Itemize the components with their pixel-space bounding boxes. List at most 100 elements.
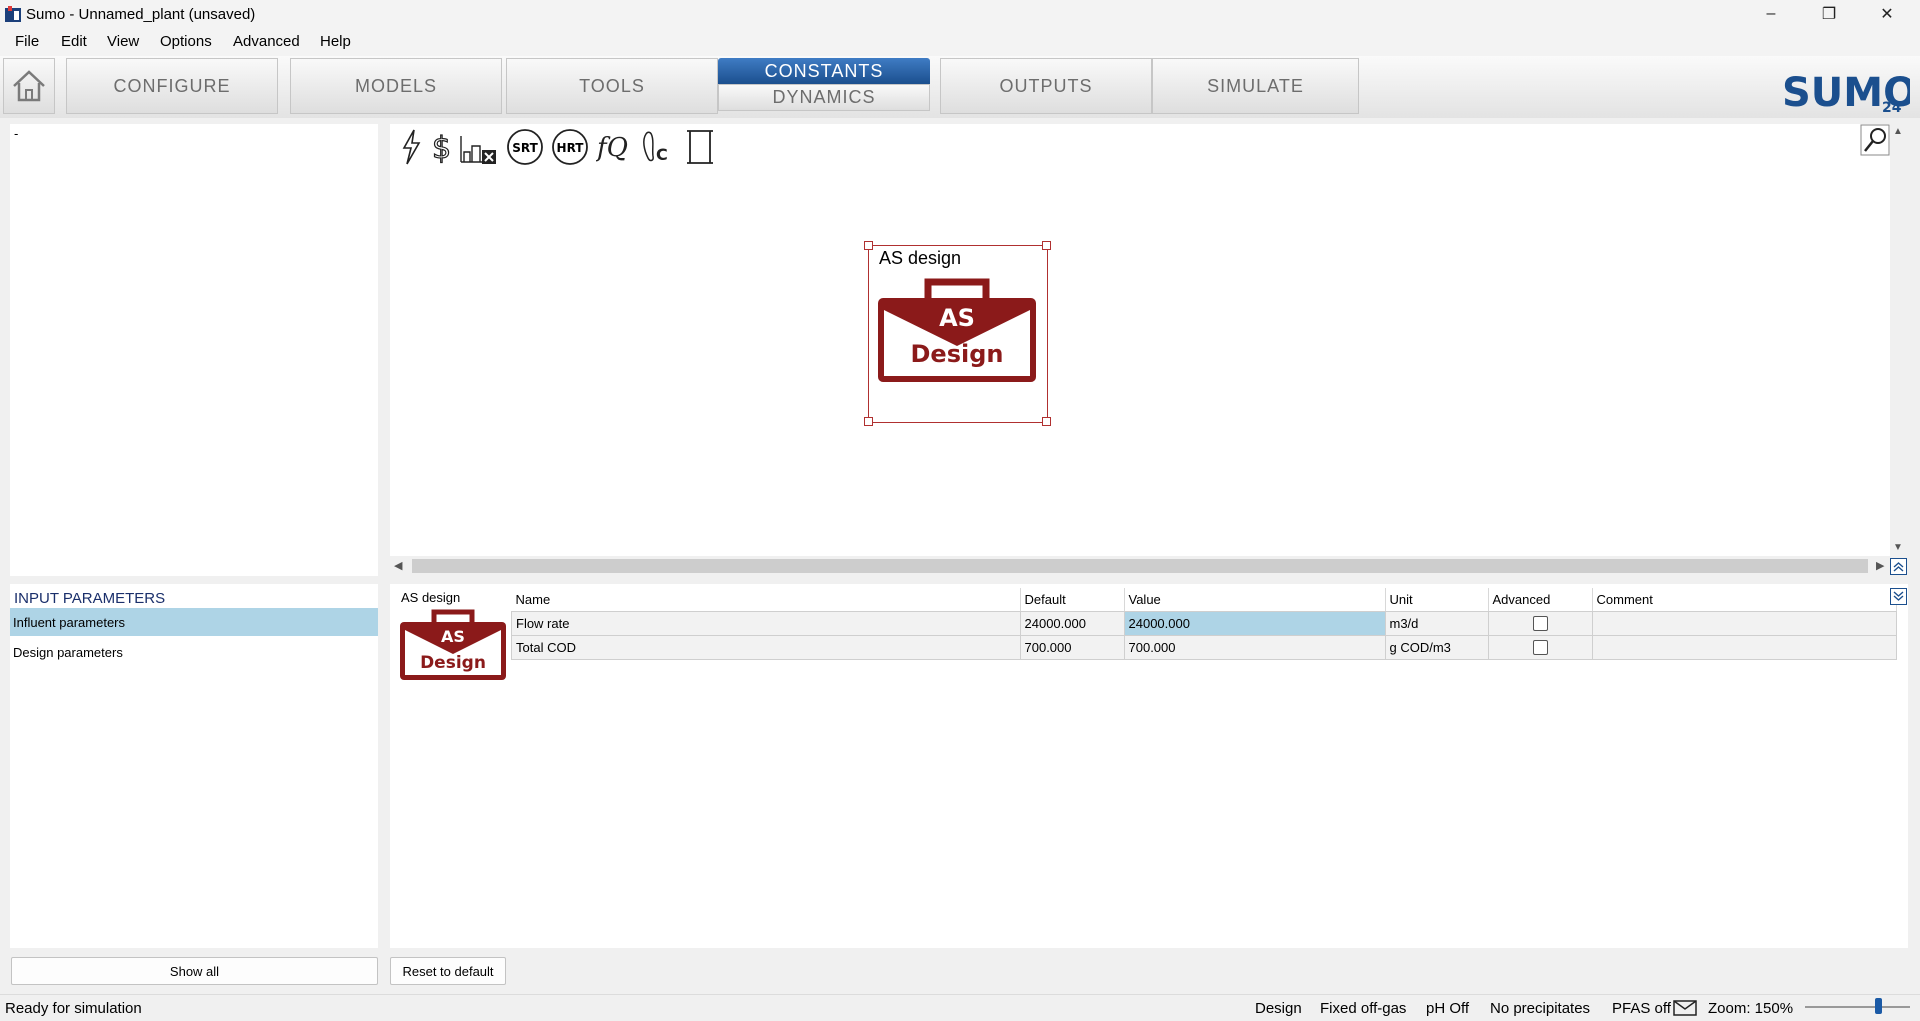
footprint-c-text: C bbox=[656, 145, 668, 164]
dollar-icon[interactable]: $ bbox=[430, 128, 452, 166]
window-title: Sumo - Unnamed_plant (unsaved) bbox=[26, 6, 256, 23]
resize-handle[interactable] bbox=[864, 241, 873, 250]
lightning-icon[interactable] bbox=[398, 128, 424, 166]
resize-handle[interactable] bbox=[1042, 417, 1051, 426]
scroll-left-icon[interactable]: ◀ bbox=[394, 559, 402, 572]
col-advanced[interactable]: Advanced bbox=[1488, 588, 1593, 612]
tab-constants[interactable]: CONSTANTS bbox=[718, 58, 930, 84]
status-ph[interactable]: pH Off bbox=[1426, 1000, 1469, 1017]
cell-advanced[interactable] bbox=[1487, 635, 1593, 660]
show-all-button[interactable]: Show all bbox=[11, 957, 378, 985]
status-offgas[interactable]: Fixed off-gas bbox=[1320, 1000, 1406, 1017]
col-comment[interactable]: Comment bbox=[1592, 588, 1897, 612]
fq-icon-text: fQ bbox=[596, 133, 628, 163]
scroll-right-icon[interactable]: ▶ bbox=[1876, 559, 1884, 572]
scroll-up-icon[interactable]: ▲ bbox=[1893, 126, 1903, 137]
menu-help[interactable]: Help bbox=[320, 33, 351, 50]
app-icon bbox=[5, 6, 21, 22]
hrt-icon-text: HRT bbox=[557, 141, 585, 155]
col-default[interactable]: Default bbox=[1020, 588, 1125, 612]
footprint-c-icon[interactable]: C bbox=[640, 128, 672, 166]
title-bar bbox=[0, 0, 1920, 28]
col-name[interactable]: Name bbox=[511, 588, 1021, 612]
as-icon-line1: AS bbox=[939, 304, 975, 332]
scroll-icon[interactable] bbox=[684, 128, 716, 166]
param-group-design[interactable]: Design parameters bbox=[10, 638, 378, 666]
table-header-row: Name Default Value Unit Advanced Comment bbox=[511, 588, 1897, 612]
minimize-icon[interactable]: – bbox=[1742, 0, 1800, 28]
scroll-down-icon[interactable]: ▼ bbox=[1893, 542, 1903, 553]
cell-default: 24000.000 bbox=[1019, 611, 1125, 636]
tree-item[interactable]: - bbox=[14, 126, 18, 141]
cell-comment[interactable] bbox=[1591, 635, 1897, 660]
hrt-icon[interactable]: HRT bbox=[551, 128, 589, 166]
advanced-checkbox[interactable] bbox=[1532, 616, 1548, 631]
menu-options[interactable]: Options bbox=[160, 33, 212, 50]
cell-comment[interactable] bbox=[1591, 611, 1897, 636]
zoom-slider-thumb[interactable] bbox=[1875, 998, 1882, 1014]
cell-value-input[interactable]: 24000.000 bbox=[1123, 611, 1386, 636]
status-message: Ready for simulation bbox=[5, 1000, 142, 1017]
status-pfas[interactable]: PFAS off bbox=[1612, 1000, 1671, 1017]
flowsheet-canvas[interactable] bbox=[390, 124, 1890, 556]
menu-advanced[interactable]: Advanced bbox=[233, 33, 300, 50]
as-icon-line2: Design bbox=[911, 340, 1004, 368]
grid-block-name: AS design bbox=[401, 590, 461, 605]
mail-icon[interactable] bbox=[1673, 1000, 1697, 1016]
home-button[interactable] bbox=[3, 58, 55, 114]
cell-name: Total COD bbox=[511, 635, 1021, 660]
cell-unit: m3/d bbox=[1384, 611, 1489, 636]
as-design-icon: AS Design bbox=[878, 278, 1036, 382]
col-unit[interactable]: Unit bbox=[1385, 588, 1489, 612]
tab-tools[interactable]: TOOLS bbox=[506, 58, 718, 114]
cell-default: 700.000 bbox=[1019, 635, 1125, 660]
cell-value-input[interactable]: 700.000 bbox=[1123, 635, 1386, 660]
reset-to-default-button[interactable]: Reset to default bbox=[390, 957, 506, 985]
close-icon[interactable]: ✕ bbox=[1858, 0, 1916, 28]
table-row[interactable]: Total COD 700.000 700.000 g COD/m3 bbox=[511, 635, 1897, 660]
scrollbar-thumb[interactable] bbox=[412, 559, 1868, 573]
sumo-logo-version: 24 bbox=[1882, 100, 1902, 114]
col-value[interactable]: Value bbox=[1124, 588, 1386, 612]
param-group-influent[interactable]: Influent parameters bbox=[10, 608, 378, 636]
block-label: AS design bbox=[879, 248, 962, 268]
cell-advanced[interactable] bbox=[1487, 611, 1593, 636]
resize-handle[interactable] bbox=[1042, 241, 1051, 250]
status-zoom: Zoom: 150% bbox=[1708, 1000, 1794, 1017]
plant-delete-icon[interactable] bbox=[458, 128, 500, 166]
fq-icon[interactable]: fQ bbox=[596, 128, 634, 166]
sumo-logo: SUMO 24 bbox=[1782, 70, 1910, 114]
resize-handle[interactable] bbox=[864, 417, 873, 426]
menu-view[interactable]: View bbox=[107, 33, 139, 50]
tab-configure[interactable]: CONFIGURE bbox=[66, 58, 278, 114]
vertical-scrollbar[interactable] bbox=[1890, 124, 1908, 556]
table-row[interactable]: Flow rate 24000.000 24000.000 m3/d bbox=[511, 611, 1897, 636]
tab-dynamics[interactable]: DYNAMICS bbox=[718, 84, 930, 111]
srt-icon[interactable]: SRT bbox=[506, 128, 544, 166]
restore-icon[interactable]: ❐ bbox=[1800, 0, 1858, 28]
cell-unit: g COD/m3 bbox=[1384, 635, 1489, 660]
expand-up-icon[interactable] bbox=[1890, 558, 1907, 575]
search-icon[interactable] bbox=[1860, 124, 1890, 156]
tab-outputs[interactable]: OUTPUTS bbox=[940, 58, 1152, 114]
menu-edit[interactable]: Edit bbox=[61, 33, 87, 50]
tab-models[interactable]: MODELS bbox=[290, 58, 502, 114]
zoom-slider-track[interactable] bbox=[1805, 1006, 1910, 1008]
srt-icon-text: SRT bbox=[512, 141, 538, 155]
tab-simulate[interactable]: SIMULATE bbox=[1152, 58, 1359, 114]
input-params-heading: INPUT PARAMETERS bbox=[14, 590, 166, 607]
menu-file[interactable]: File bbox=[15, 33, 39, 50]
plant-tree-panel[interactable] bbox=[10, 124, 378, 576]
parameter-table: Name Default Value Unit Advanced Comment… bbox=[511, 588, 1897, 660]
small-icon-line2: Design bbox=[420, 653, 486, 673]
advanced-checkbox[interactable] bbox=[1532, 640, 1548, 655]
status-mode[interactable]: Design bbox=[1255, 1000, 1302, 1017]
svg-text:$: $ bbox=[432, 131, 451, 166]
tab-constants-dynamics: CONSTANTS DYNAMICS bbox=[718, 58, 930, 112]
cell-name: Flow rate bbox=[511, 611, 1021, 636]
collapse-down-icon[interactable] bbox=[1890, 588, 1907, 605]
status-precipitates[interactable]: No precipitates bbox=[1490, 1000, 1590, 1017]
nav-ribbon: CONFIGURE MODELS TOOLS CONSTANTS DYNAMIC… bbox=[0, 56, 1920, 118]
small-icon-line1: AS bbox=[441, 627, 465, 646]
as-design-small-icon: AS Design bbox=[400, 609, 506, 680]
